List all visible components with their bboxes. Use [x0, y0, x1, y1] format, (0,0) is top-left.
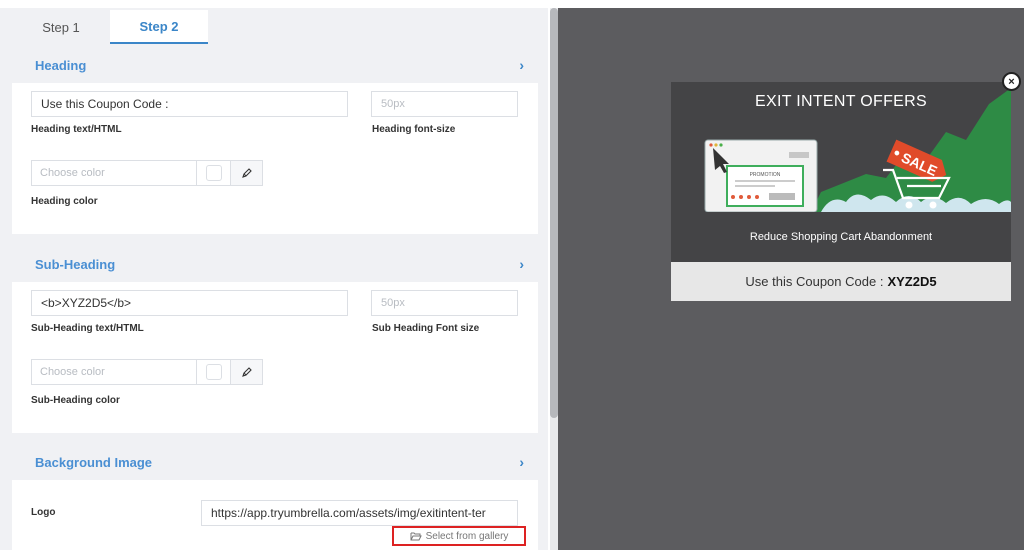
popup-title: EXIT INTENT OFFERS — [755, 93, 927, 110]
editor-scrollbar[interactable] — [550, 8, 558, 550]
gallery-label: Select from gallery — [425, 530, 509, 542]
swatch-icon — [205, 165, 222, 181]
preview-panel: PROMOTION SALE EXIT INTENT OFFERS Reduce… — [558, 8, 1024, 550]
popup-subtitle: Reduce Shopping Cart Abandonment — [671, 212, 1011, 262]
subheading-color-input[interactable]: Choose color — [31, 359, 197, 385]
heading-section-title: Heading — [35, 57, 87, 73]
pencil-icon — [241, 168, 252, 178]
heading-text-label: Heading text/HTML — [31, 124, 122, 135]
chevron-right-icon: › — [519, 57, 524, 73]
scrollbar-thumb[interactable] — [550, 8, 558, 418]
subheading-font-size-label: Sub Heading Font size — [372, 323, 480, 334]
subheading-font-size-input[interactable]: 50px — [371, 290, 518, 316]
promotion-text: PROMOTION — [750, 172, 781, 178]
subheading-section-header[interactable]: Sub-Heading › — [12, 246, 538, 282]
popup-coupon-bar: Use this Coupon Code : XYZ2D5 — [671, 262, 1011, 301]
heading-eyedropper-button[interactable] — [231, 160, 263, 186]
swatch-icon — [205, 364, 222, 380]
subheading-color-swatch[interactable] — [197, 359, 231, 385]
tab-step-1[interactable]: Step 1 — [12, 10, 110, 44]
heading-card: Use this Coupon Code : Heading text/HTML… — [12, 83, 538, 234]
editor-panel: Step 1 Step 2 Heading › Use this Coupon … — [0, 8, 548, 550]
chevron-right-icon: › — [519, 256, 524, 272]
subheading-text-label: Sub-Heading text/HTML — [31, 323, 144, 334]
tab-step-2[interactable]: Step 2 — [110, 10, 208, 44]
exit-intent-popup: PROMOTION SALE EXIT INTENT OFFERS Reduce… — [671, 82, 1011, 301]
heading-color-label: Heading color — [31, 196, 98, 207]
subheading-card: <b>XYZ2D5</b> Sub-Heading text/HTML 50px… — [12, 282, 538, 433]
heading-color-input[interactable]: Choose color — [31, 160, 197, 186]
heading-section-header[interactable]: Heading › — [12, 47, 538, 83]
chevron-right-icon: › — [519, 454, 524, 470]
coupon-prefix: Use this Coupon Code : — [745, 274, 884, 289]
background-section-title: Background Image — [35, 454, 153, 470]
subheading-color-picker: Choose color — [31, 359, 263, 385]
background-section-header[interactable]: Background Image › — [12, 444, 538, 480]
subheading-eyedropper-button[interactable] — [231, 359, 263, 385]
close-icon[interactable]: × — [1002, 72, 1021, 91]
popup-banner: PROMOTION SALE EXIT INTENT OFFERS — [671, 82, 1011, 212]
subheading-text-input[interactable]: <b>XYZ2D5</b> — [31, 290, 348, 316]
coupon-code: XYZ2D5 — [887, 274, 937, 289]
subheading-color-label: Sub-Heading color — [31, 395, 120, 406]
heading-text-input[interactable]: Use this Coupon Code : — [31, 91, 348, 117]
pencil-icon — [241, 367, 252, 377]
select-from-gallery-button[interactable]: Select from gallery — [392, 526, 526, 546]
subheading-section-title: Sub-Heading — [35, 256, 116, 272]
heading-font-size-label: Heading font-size — [372, 124, 456, 135]
app-root: Step 1 Step 2 Heading › Use this Coupon … — [0, 0, 1024, 550]
logo-label: Logo — [31, 507, 56, 518]
logo-url-input[interactable]: https://app.tryumbrella.com/assets/img/e… — [201, 500, 518, 526]
heading-font-size-input[interactable]: 50px — [371, 91, 518, 117]
heading-color-swatch[interactable] — [197, 160, 231, 186]
step-tabs: Step 1 Step 2 — [12, 10, 208, 44]
heading-color-picker: Choose color — [31, 160, 263, 186]
folder-open-icon — [410, 532, 422, 541]
